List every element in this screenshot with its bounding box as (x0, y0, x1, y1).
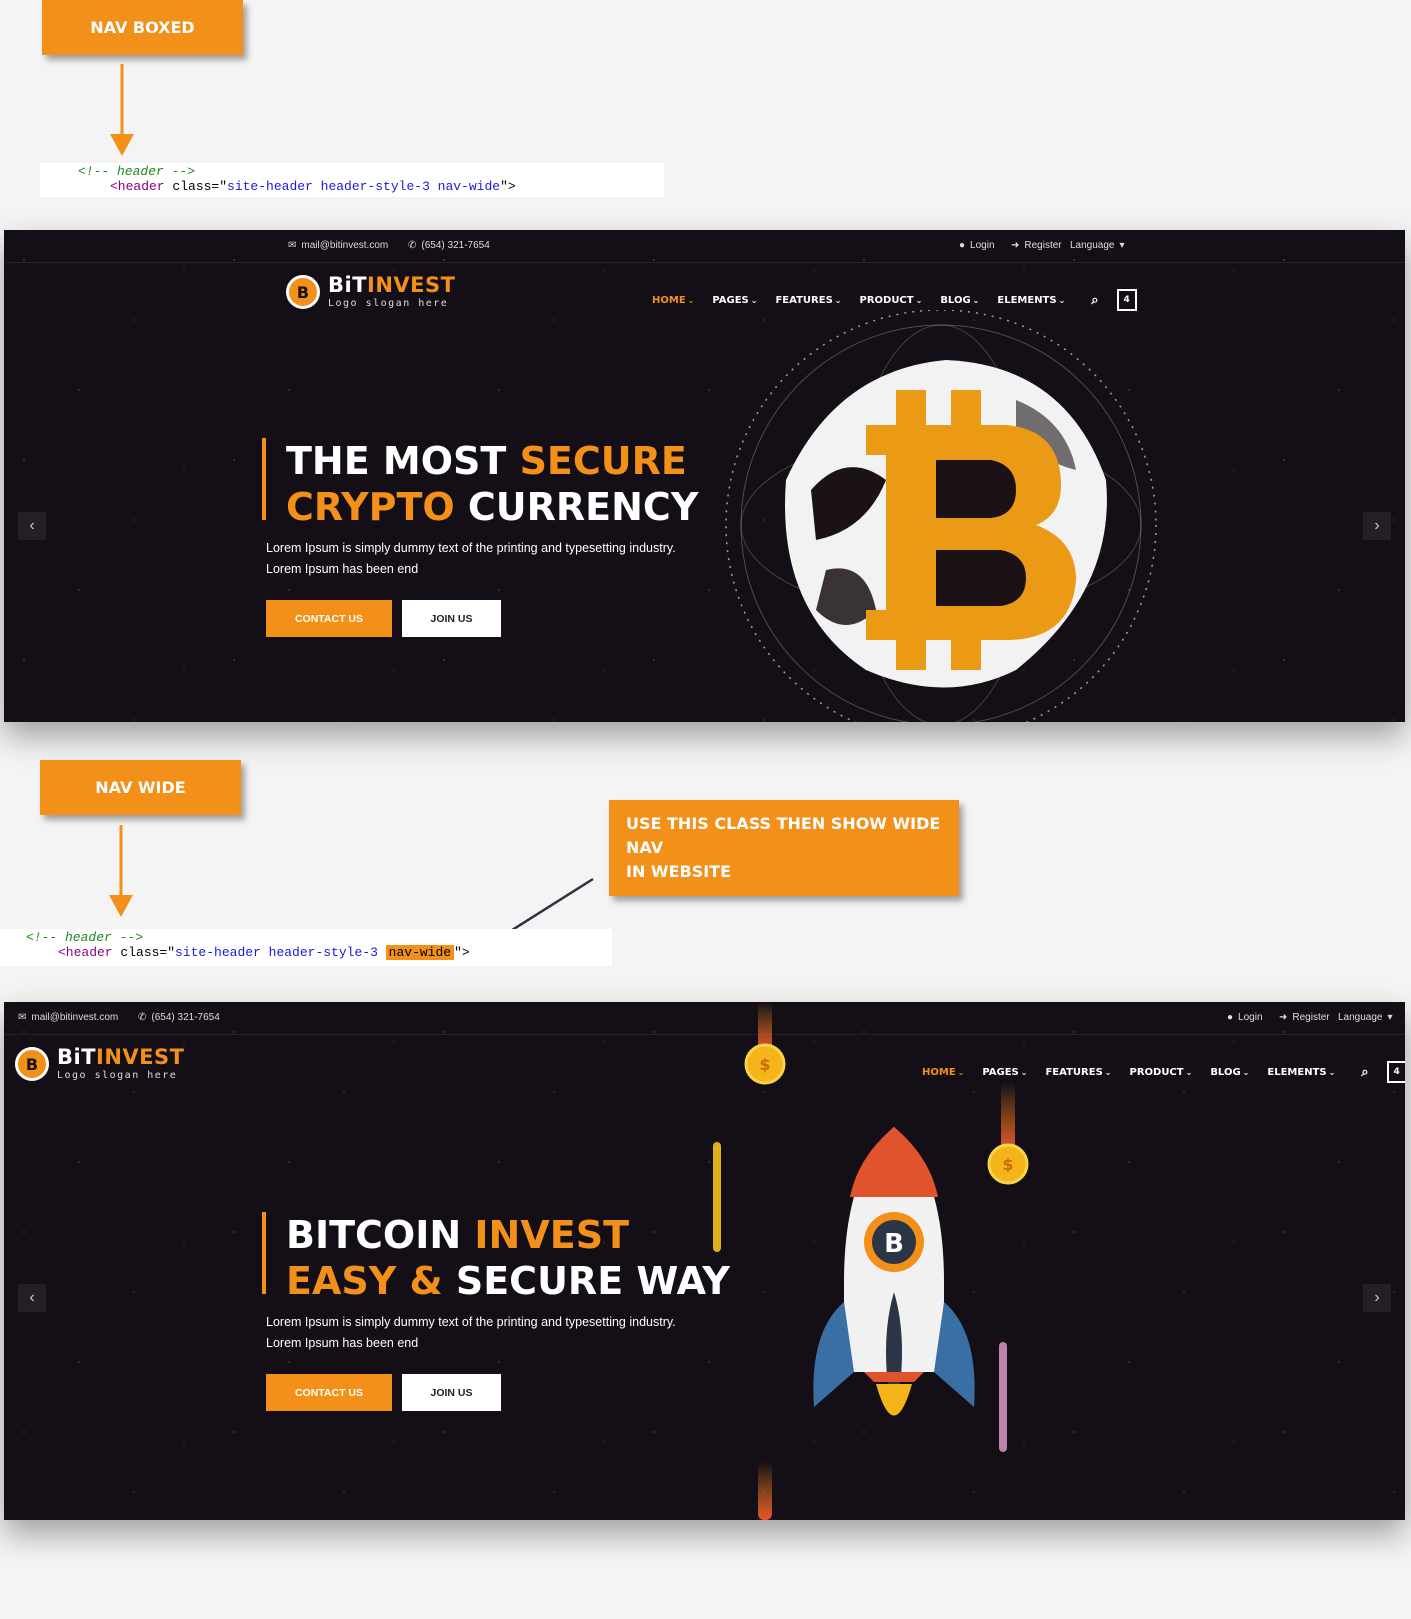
search-icon[interactable]: ⌕ (1091, 293, 1098, 308)
chevron-right-icon: › (1374, 517, 1380, 534)
code-comment: <!-- header --> (26, 930, 144, 945)
chevron-down-icon: ⌄ (972, 295, 980, 305)
wide-nav-note: USE THIS CLASS THEN SHOW WIDE NAV IN WEB… (609, 800, 959, 896)
caret-down-icon: ▾ (1119, 240, 1125, 251)
nav-pages[interactable]: PAGES ⌄ (712, 295, 757, 306)
svg-text:$: $ (759, 1055, 770, 1074)
rocket: B (813, 1127, 975, 1416)
main-nav: HOME ⌄ PAGES ⌄ FEATURES ⌄ PRODUCT ⌄ BLOG ⌄ EL… (652, 289, 1137, 311)
svg-text:B: B (884, 1229, 904, 1259)
nav-product[interactable]: PRODUCT ⌄ (1129, 1067, 1192, 1078)
language-dropdown[interactable]: Language ▾ (1070, 240, 1125, 251)
code-snippet-wide: <!-- header --> <header class="site-head… (0, 929, 612, 966)
cart-icon[interactable]: 4 (1386, 1061, 1405, 1083)
nav-wide-label: NAV WIDE (40, 760, 241, 815)
sign-in-icon: ➜ (1279, 1012, 1288, 1023)
slider-next-button[interactable]: › (1363, 1284, 1391, 1312)
language-dropdown[interactable]: Language ▾ (1338, 1012, 1393, 1023)
bitcoin-logo-icon: B (15, 1047, 49, 1081)
rocket-illustration: $ $ B (713, 1002, 1029, 1520)
chevron-down-icon: ⌄ (915, 295, 923, 305)
hero-title-line1: THE MOST SECURE (286, 439, 687, 483)
chevron-down-icon: ⌄ (834, 295, 842, 305)
chevron-left-icon: ‹ (29, 1289, 35, 1306)
logo-name: BiTINVEST (328, 273, 456, 297)
hero-accent-bar (262, 438, 266, 520)
nav-elements[interactable]: ELEMENTS ⌄ (997, 295, 1065, 306)
hero-title-line2: EASY & SECURE WAY (286, 1259, 730, 1303)
slider-prev-button[interactable]: ‹ (18, 512, 46, 540)
join-us-button[interactable]: JOIN US (402, 1374, 501, 1411)
hero-content: THE MOST SECURE CRYPTO CURRENCY Lorem Ip… (262, 438, 698, 637)
boxed-nav-screenshot: ✉ mail@bitinvest.com ✆ (654) 321-7654 ● Log… (4, 230, 1405, 722)
register-link[interactable]: ➜ Register (1279, 1012, 1330, 1023)
hero-title-line1: BITCOIN INVEST (286, 1213, 629, 1257)
wide-nav-screenshot: ✉ mail@bitinvest.com ✆ (654) 321-7654 ● Log… (4, 1002, 1405, 1520)
down-arrow-icon (110, 64, 134, 156)
chevron-down-icon: ⌄ (1104, 1067, 1112, 1077)
chevron-right-icon: › (1374, 1289, 1380, 1306)
login-link[interactable]: ● Login (959, 240, 995, 251)
chevron-down-icon: ⌄ (1058, 295, 1066, 305)
logo-name: BiTINVEST (57, 1045, 185, 1069)
mail-icon: ✉ (288, 240, 297, 251)
nav-boxed-label: NAV BOXED (42, 0, 243, 55)
bitcoin-globe-illustration (725, 310, 1157, 722)
nav-features[interactable]: FEATURES ⌄ (775, 295, 841, 306)
chevron-down-icon: ⌄ (1242, 1067, 1250, 1077)
search-icon[interactable]: ⌕ (1361, 1065, 1368, 1080)
nav-boxed-text: NAV BOXED (90, 18, 195, 37)
down-arrow-icon (109, 825, 133, 917)
chevron-down-icon: ⌄ (750, 295, 758, 305)
site-logo[interactable]: B BiTINVEST Logo slogan here (286, 275, 455, 309)
chevron-down-icon: ⌄ (1185, 1067, 1193, 1077)
code-snippet-boxed: <!-- header --> <header class="site-head… (40, 163, 664, 197)
hero-description: Lorem Ipsum is simply dummy text of the … (266, 1315, 676, 1350)
chevron-left-icon: ‹ (29, 517, 35, 534)
chevron-down-icon: ⌄ (687, 295, 695, 305)
login-link[interactable]: ● Login (1227, 1012, 1263, 1023)
phone-item[interactable]: ✆ (654) 321-7654 (408, 240, 490, 251)
phone-icon: ✆ (138, 1012, 147, 1023)
site-logo[interactable]: B BiTINVEST Logo slogan here (15, 1047, 184, 1081)
sign-in-icon: ➜ (1011, 240, 1020, 251)
hero-accent-bar (262, 1212, 266, 1294)
code-comment: <!-- header --> (78, 164, 196, 179)
hero-content: BITCOIN INVEST EASY & SECURE WAY Lorem I… (262, 1212, 730, 1411)
email-item[interactable]: ✉ mail@bitinvest.com (18, 1012, 118, 1023)
phone-item[interactable]: ✆ (654) 321-7654 (138, 1012, 220, 1023)
nav-product[interactable]: PRODUCT ⌄ (859, 295, 922, 306)
nav-elements[interactable]: ELEMENTS ⌄ (1267, 1067, 1335, 1078)
highlighted-class: nav-wide (385, 945, 455, 960)
register-link[interactable]: ➜ Register (1011, 240, 1062, 251)
chevron-down-icon: ⌄ (1328, 1067, 1336, 1077)
nav-blog[interactable]: BLOG ⌄ (940, 295, 979, 306)
nav-blog[interactable]: BLOG ⌄ (1210, 1067, 1249, 1078)
hero-title-line2: CRYPTO CURRENCY (286, 485, 699, 529)
caret-down-icon: ▾ (1387, 1012, 1393, 1023)
nav-wide-text: NAV WIDE (95, 778, 186, 797)
nav-home[interactable]: HOME ⌄ (652, 295, 694, 306)
email-item[interactable]: ✉ mail@bitinvest.com (288, 240, 388, 251)
logo-slogan: Logo slogan here (57, 1070, 178, 1081)
code-line: <header class="site-header header-style-… (58, 945, 470, 960)
contact-us-button[interactable]: CONTACT US (266, 1374, 392, 1411)
phone-icon: ✆ (408, 240, 417, 251)
note-line-1: USE THIS CLASS THEN SHOW WIDE NAV (626, 814, 941, 857)
join-us-button[interactable]: JOIN US (402, 600, 501, 637)
svg-text:$: $ (1002, 1155, 1013, 1174)
slider-next-button[interactable]: › (1363, 512, 1391, 540)
code-line: <header class="site-header header-style-… (110, 179, 516, 194)
cart-icon[interactable]: 4 (1116, 289, 1137, 311)
note-line-2: IN WEBSITE (626, 862, 732, 881)
bitcoin-logo-icon: B (286, 275, 320, 309)
top-bar: ✉ mail@bitinvest.com ✆ (654) 321-7654 ● Log… (4, 230, 1405, 263)
slider-prev-button[interactable]: ‹ (18, 1284, 46, 1312)
logo-slogan: Logo slogan here (328, 298, 449, 309)
hero-description: Lorem Ipsum is simply dummy text of the … (266, 541, 676, 576)
user-icon: ● (1227, 1012, 1234, 1023)
user-icon: ● (959, 240, 966, 251)
mail-icon: ✉ (18, 1012, 27, 1023)
contact-us-button[interactable]: CONTACT US (266, 600, 392, 637)
